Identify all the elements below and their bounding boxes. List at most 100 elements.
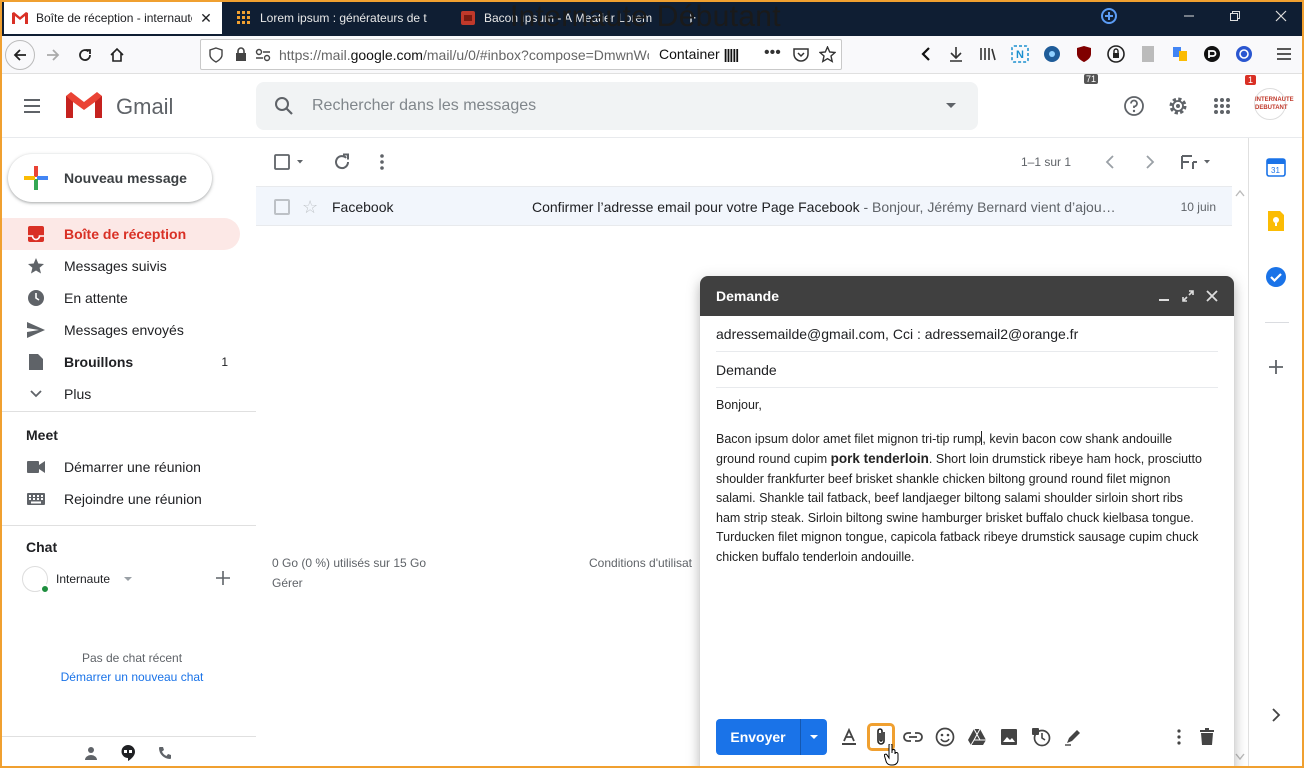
greeting-text: Bonjour, xyxy=(716,398,762,412)
table-row[interactable]: ☆ Facebook Confirmer l’adresse email pou… xyxy=(256,186,1232,226)
minimize-compose-icon[interactable] xyxy=(1154,286,1174,306)
chevron-left-icon[interactable] xyxy=(916,44,936,64)
sidebar-item-label: Plus xyxy=(64,386,92,402)
compose-window: Demande adressemailde@gmail.com, Cci : a… xyxy=(700,276,1234,768)
extension-lock-circle-icon[interactable] xyxy=(1106,44,1126,64)
tab-close-icon[interactable]: ✕ xyxy=(198,10,214,27)
sidebar-item-join-meeting[interactable]: Rejoindre une réunion xyxy=(0,483,240,515)
hangouts-icon[interactable] xyxy=(117,743,139,763)
input-tools-icon[interactable] xyxy=(1178,150,1214,174)
signature-pen-icon[interactable] xyxy=(1062,726,1084,748)
terms-link[interactable]: Conditions d'utilisat xyxy=(589,556,692,570)
sidebar-item-more[interactable]: Plus xyxy=(0,378,240,410)
sidebar-item-sent[interactable]: Messages envoyés xyxy=(0,314,240,346)
scrollbar[interactable] xyxy=(1232,186,1248,768)
calendar-icon[interactable]: 31 xyxy=(1265,156,1287,178)
start-new-chat-link[interactable]: Démarrer un nouveau chat xyxy=(0,670,264,684)
status-dropdown-icon[interactable] xyxy=(124,577,133,581)
recipients-field[interactable]: adressemailde@gmail.com, Cci : adressema… xyxy=(716,316,1218,352)
sidebar-item-drafts[interactable]: Brouillons 1 xyxy=(0,346,240,378)
permissions-icon[interactable] xyxy=(255,48,271,65)
restore-icon[interactable] xyxy=(1212,0,1258,32)
chevron-right-icon[interactable] xyxy=(1265,704,1287,726)
extension-notify-icon[interactable] xyxy=(1234,44,1254,64)
select-all-checkbox[interactable] xyxy=(271,150,307,174)
formatting-options-icon[interactable] xyxy=(838,726,860,748)
fullscreen-icon[interactable] xyxy=(1178,286,1198,306)
confidential-mode-icon[interactable] xyxy=(1030,726,1052,748)
settings-gear-icon[interactable] xyxy=(1166,94,1190,118)
sidebar-item-label: Messages envoyés xyxy=(64,322,184,338)
message-body[interactable]: Bonjour, Bacon ipsum dolor amet filet mi… xyxy=(716,396,1210,581)
prev-page-icon[interactable] xyxy=(1098,150,1122,174)
minimize-icon[interactable] xyxy=(1166,0,1212,32)
divider xyxy=(1265,322,1289,323)
extension-n-icon[interactable]: N xyxy=(1010,44,1030,64)
chat-user-row[interactable]: Internaute xyxy=(22,564,242,594)
row-checkbox[interactable] xyxy=(274,199,290,215)
sidebar-item-start-meeting[interactable]: Démarrer une réunion xyxy=(0,451,240,483)
compose-button[interactable]: Nouveau message xyxy=(8,154,212,202)
hamburger-menu-icon[interactable] xyxy=(1274,44,1294,64)
extension-circle-icon[interactable] xyxy=(1100,7,1118,30)
sidebar-item-inbox[interactable]: Boîte de réception xyxy=(0,218,240,250)
add-addon-icon[interactable] xyxy=(1265,356,1287,378)
address-bar[interactable]: https://mail.google.com/mail/u/0/#inbox?… xyxy=(200,39,842,70)
next-page-icon[interactable] xyxy=(1138,150,1162,174)
insert-link-icon[interactable] xyxy=(902,726,924,748)
schedule-send-dropdown-icon[interactable] xyxy=(801,735,827,739)
library-icon[interactable] xyxy=(978,44,998,64)
container-label[interactable]: Container ||||| xyxy=(659,46,739,62)
mail-subject: Confirmer l’adresse email pour votre Pag… xyxy=(532,199,1116,215)
person-icon[interactable] xyxy=(80,743,102,763)
manage-storage-link[interactable]: Gérer xyxy=(272,576,303,590)
download-icon[interactable] xyxy=(946,44,966,64)
pocket-icon[interactable] xyxy=(793,47,809,65)
gmail-logo-icon[interactable] xyxy=(64,90,104,125)
more-vert-icon[interactable] xyxy=(370,150,394,174)
forward-icon[interactable] xyxy=(38,40,68,70)
more-options-vert-icon[interactable] xyxy=(1168,726,1190,748)
sidebar-item-label: Brouillons xyxy=(64,354,134,370)
emoji-icon[interactable] xyxy=(934,726,956,748)
back-icon[interactable] xyxy=(5,40,35,70)
compose-plus-icon xyxy=(24,166,48,190)
search-input[interactable] xyxy=(312,94,892,118)
keep-icon[interactable] xyxy=(1265,210,1287,232)
star-outline-icon[interactable]: ☆ xyxy=(302,197,318,218)
extension-globe-icon[interactable] xyxy=(1042,44,1062,64)
send-button[interactable]: Envoyer xyxy=(716,719,827,755)
tab-gmail[interactable]: Boîte de réception - internaute ✕ xyxy=(4,2,222,34)
subject-field[interactable]: Demande xyxy=(716,352,1218,388)
tab-lorem[interactable]: Lorem ipsum : générateurs de t xyxy=(228,2,446,34)
help-icon[interactable] xyxy=(1122,94,1146,118)
main-menu-icon[interactable] xyxy=(20,94,44,118)
close-window-icon[interactable] xyxy=(1258,0,1304,32)
add-chat-icon[interactable] xyxy=(216,571,230,590)
ublock-icon[interactable] xyxy=(1074,44,1094,64)
home-icon[interactable] xyxy=(102,40,132,70)
sidebar-item-label: En attente xyxy=(64,290,128,306)
sidebar-item-starred[interactable]: Messages suivis xyxy=(0,250,240,282)
reload-icon[interactable] xyxy=(70,40,100,70)
tasks-icon[interactable] xyxy=(1265,266,1287,288)
phone-icon[interactable] xyxy=(154,743,176,763)
extension-circle-dark-icon[interactable] xyxy=(1202,44,1222,64)
bookmark-star-icon[interactable] xyxy=(818,45,837,66)
search-icon[interactable] xyxy=(274,96,294,121)
extension-doc-icon[interactable] xyxy=(1138,44,1158,64)
refresh-icon[interactable] xyxy=(330,150,354,174)
close-compose-icon[interactable] xyxy=(1202,286,1222,306)
account-avatar[interactable]: INTERNAUTE DEBUTANT xyxy=(1254,88,1294,120)
insert-photo-icon[interactable] xyxy=(998,726,1020,748)
compose-header[interactable]: Demande xyxy=(700,276,1234,316)
extension-color-icon[interactable] xyxy=(1170,44,1190,64)
search-options-icon[interactable] xyxy=(946,103,956,108)
sidebar-item-snoozed[interactable]: En attente xyxy=(0,282,240,314)
google-drive-icon[interactable] xyxy=(966,726,988,748)
lock-icon[interactable] xyxy=(235,47,247,65)
more-options-icon[interactable]: ••• xyxy=(764,44,781,62)
discard-draft-icon[interactable] xyxy=(1196,726,1218,748)
shield-icon[interactable] xyxy=(209,47,223,66)
apps-grid-icon[interactable] xyxy=(1210,94,1234,118)
